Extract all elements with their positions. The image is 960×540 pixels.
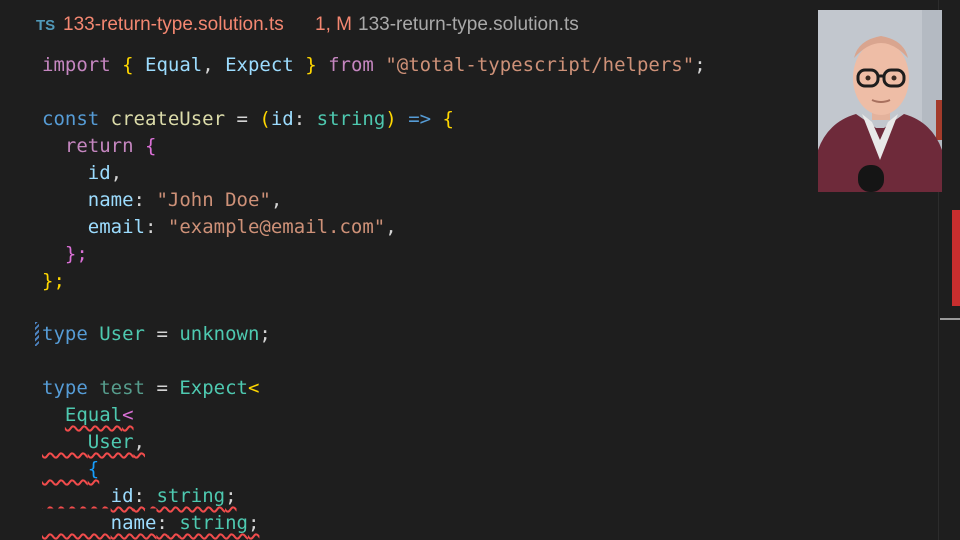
token: ( (259, 108, 271, 130)
token: "example@email.com" (167, 216, 386, 238)
token: ) (385, 108, 397, 130)
error-squiggle: name: string; (42, 512, 260, 534)
token: test (99, 377, 145, 399)
token: ; (694, 54, 706, 76)
code-line-4[interactable]: return { (42, 133, 157, 160)
token: ; (225, 485, 237, 507)
token: return (64, 135, 134, 157)
token: email (87, 216, 145, 238)
code-line-6[interactable]: name: "John Doe", (42, 187, 283, 214)
token: name (110, 512, 157, 534)
error-squiggle: { (42, 458, 99, 480)
token: ; (247, 512, 260, 534)
token: = (156, 377, 168, 399)
token: id (87, 162, 111, 184)
token: import (42, 54, 111, 76)
typescript-file-icon: TS (36, 17, 56, 34)
scrollbar-position-marker (940, 318, 960, 320)
token: : (156, 512, 168, 534)
token: < (247, 377, 260, 399)
code-line-16[interactable]: { (42, 456, 99, 483)
token: = (156, 323, 168, 345)
token: "@total-typescript/helpers" (385, 54, 695, 76)
error-squiggle: id: string; (42, 485, 237, 507)
token: : (133, 189, 145, 211)
code-line-17[interactable]: id: string; (42, 483, 237, 510)
code-line-14[interactable]: Equal< (42, 402, 134, 429)
code-line-11[interactable]: type User = unknown; (42, 321, 271, 348)
code-line-7[interactable]: email: "example@email.com", (42, 214, 397, 241)
token: name (87, 189, 134, 211)
modified-line-gutter-indicator (35, 322, 39, 346)
token: < (122, 404, 134, 426)
error-squiggle: Equal< (65, 404, 134, 426)
tab-filename[interactable]: 133-return-type.solution.ts (63, 14, 284, 36)
token: ; (259, 323, 271, 345)
code-line-5[interactable]: id, (42, 160, 122, 187)
code-line-1[interactable]: import { Equal, Expect } from "@total-ty… (42, 52, 706, 79)
token: id (110, 485, 134, 507)
code-line-8[interactable]: }; (42, 241, 88, 268)
token: , (202, 54, 214, 76)
token: } (305, 54, 317, 76)
token: , (110, 162, 123, 184)
token: id (270, 108, 294, 130)
editor-tab-bar: TS 133-return-type.solution.ts 1, M 133-… (0, 0, 960, 50)
token: createUser (110, 108, 226, 130)
token: => (408, 108, 432, 130)
token: : (144, 216, 157, 238)
code-line-18[interactable]: name: string; (42, 510, 260, 537)
token: User (87, 431, 134, 453)
token: , (133, 431, 145, 453)
breadcrumb[interactable]: 133-return-type.solution.ts (358, 14, 579, 36)
code-line-15[interactable]: User, (42, 429, 145, 456)
token: from (328, 54, 374, 76)
token: Equal (64, 404, 123, 426)
token: Expect (225, 54, 294, 76)
token: { (122, 54, 134, 76)
token: , (385, 216, 397, 238)
token: : (293, 108, 306, 130)
token: string (316, 108, 386, 130)
presenter-portrait-icon (818, 10, 942, 192)
code-line-9[interactable]: }; (42, 268, 65, 295)
token: string (179, 512, 248, 534)
token: string (156, 485, 226, 507)
token: , (270, 189, 283, 211)
token: = (236, 108, 248, 130)
tab-problem-status: 1, M (315, 14, 352, 35)
token: { (442, 108, 454, 130)
token: unknown (179, 323, 260, 345)
presenter-webcam (818, 10, 942, 192)
token: : (133, 485, 145, 507)
code-line-13[interactable]: type test = Expect< (42, 375, 259, 402)
token: "John Doe" (156, 189, 271, 211)
scrollbar-error-marker (952, 210, 960, 306)
token: }; (64, 243, 88, 265)
token: const (42, 108, 100, 130)
token: type (42, 323, 88, 345)
token: type (42, 377, 88, 399)
token: Expect (179, 377, 248, 399)
token: { (144, 135, 157, 157)
token: User (99, 323, 145, 345)
token: }; (42, 270, 65, 292)
token: { (87, 458, 100, 480)
token: Equal (145, 54, 203, 76)
error-squiggle: User, (42, 431, 145, 453)
code-line-3[interactable]: const createUser = (id: string) => { (42, 106, 454, 133)
